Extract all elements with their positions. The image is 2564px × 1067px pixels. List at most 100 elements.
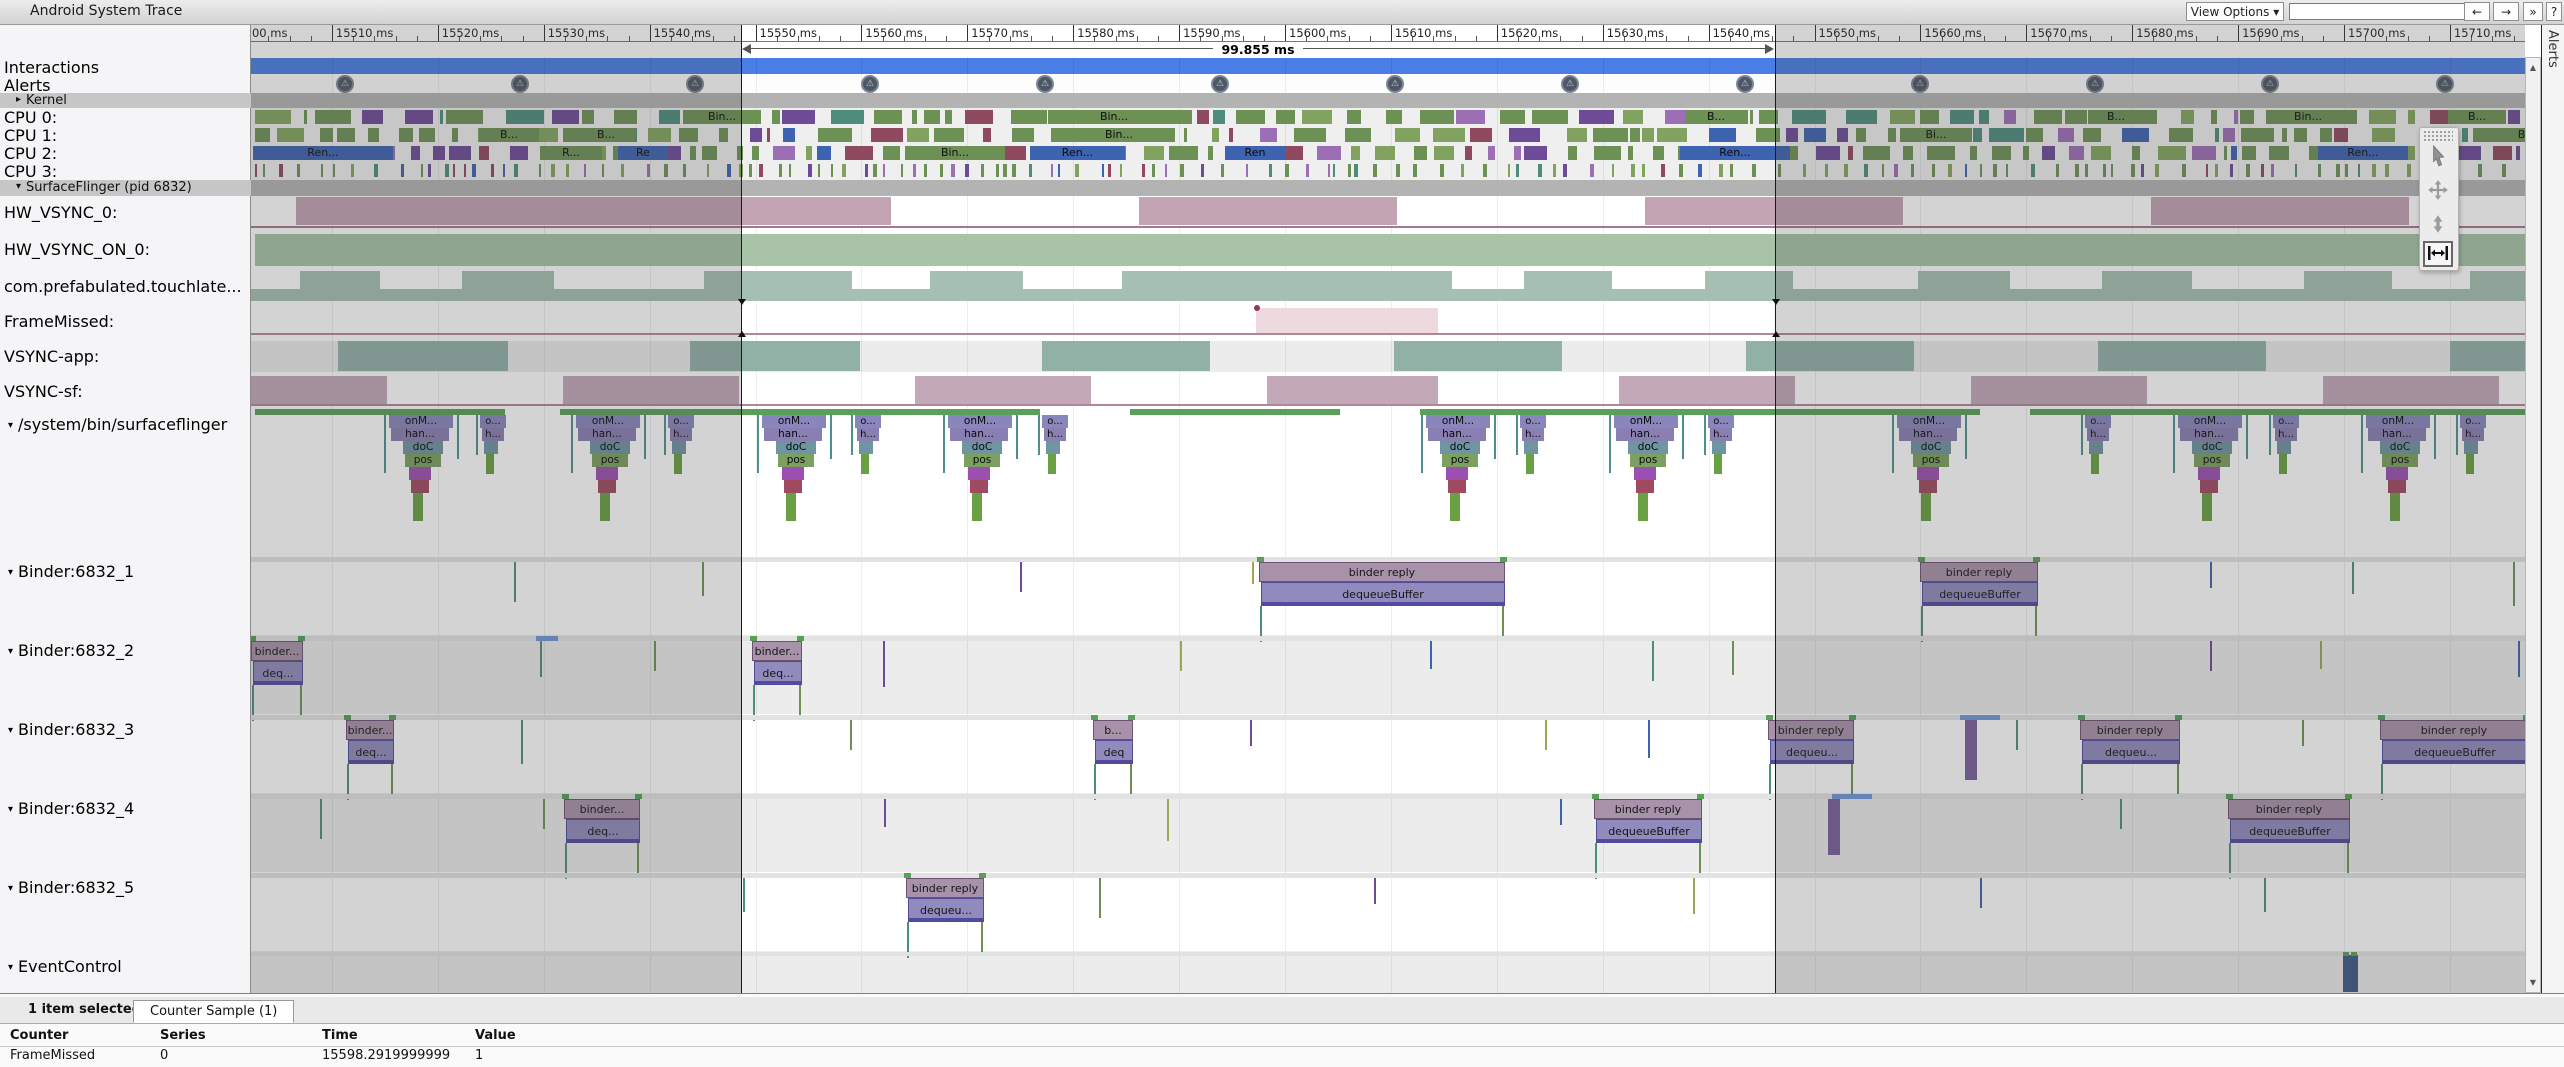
trace-slice[interactable]: Bin... [905, 146, 1005, 160]
trace-slice[interactable]: pos [1442, 454, 1478, 467]
sidebar-item-sfproc[interactable]: ▾/system/bin/surfaceflinger [8, 415, 227, 434]
trace-slice[interactable] [1102, 164, 1104, 177]
trace-slice[interactable] [1623, 110, 1643, 124]
expander-icon[interactable]: ▾ [8, 646, 13, 657]
dequeue-buffer-slice[interactable]: dequeu... [908, 898, 984, 922]
view-options-button[interactable]: View Options ▾ [2186, 2, 2284, 21]
trace-slice[interactable] [1488, 146, 1495, 160]
trace-slice[interactable] [865, 164, 868, 177]
trace-slice[interactable] [883, 146, 900, 160]
trace-slice[interactable] [808, 164, 812, 177]
trace-slice[interactable] [965, 110, 993, 124]
sidebar-item-cpu0[interactable]: CPU 0: [4, 108, 57, 127]
trace-slice[interactable] [1058, 164, 1060, 177]
counter-block-vsync-app[interactable] [1042, 341, 1210, 371]
trace-slice[interactable] [1108, 164, 1111, 177]
timing-mode-icon[interactable] [2423, 241, 2453, 267]
trace-slice[interactable] [1631, 164, 1635, 177]
trace-slice[interactable]: han... [1616, 428, 1674, 441]
trace-slice[interactable] [1246, 164, 1248, 177]
trace-slice[interactable] [1568, 146, 1577, 160]
counter-step-prefab[interactable] [1524, 271, 1612, 289]
trace-slice[interactable] [759, 164, 763, 177]
sidebar-item-vsf[interactable]: VSYNC-sf: [4, 382, 83, 401]
trace-slice[interactable]: pos [778, 454, 814, 467]
selection-boundary-left[interactable] [741, 24, 742, 993]
trace-slice[interactable] [1165, 164, 1167, 177]
sidebar-item-fm[interactable]: FrameMissed: [4, 312, 114, 331]
expander-icon[interactable]: ▾ [8, 962, 13, 973]
trace-slice[interactable] [861, 454, 869, 474]
trace-slice[interactable] [934, 128, 964, 142]
counter-block-hw-vsync[interactable] [1139, 197, 1397, 225]
trace-slice[interactable] [1333, 164, 1335, 177]
trace-slice[interactable] [1294, 128, 1326, 142]
scroll-up-icon[interactable]: ▲ [2526, 61, 2540, 75]
trace-slice[interactable]: o... [1042, 415, 1068, 428]
mouse-mode-palette[interactable] [2419, 127, 2459, 271]
trace-slice[interactable] [1276, 110, 1295, 124]
trace-slice[interactable] [965, 164, 969, 177]
trace-slice[interactable] [1413, 164, 1417, 177]
trace-slice[interactable] [1317, 146, 1341, 160]
counter-step-prefab[interactable] [1122, 271, 1452, 289]
trace-slice[interactable] [1386, 110, 1402, 124]
trace-slice[interactable] [874, 110, 902, 124]
more-button[interactable]: » [2523, 2, 2543, 21]
expander-icon[interactable]: ▾ [8, 804, 13, 815]
trace-slice[interactable] [1433, 128, 1465, 142]
trace-slice[interactable] [1075, 164, 1079, 177]
sidebar-item-vapp[interactable]: VSYNC-app: [4, 347, 99, 366]
trace-slice[interactable]: h... [857, 428, 879, 441]
trace-slice[interactable]: Bin... [1048, 110, 1180, 124]
trace-slice[interactable] [1144, 146, 1164, 160]
trace-slice[interactable] [1698, 164, 1702, 177]
trace-slice[interactable] [981, 164, 984, 177]
trace-slice[interactable] [972, 493, 982, 521]
sidebar-item-interactions[interactable]: Interactions [4, 58, 99, 77]
trace-slice[interactable] [1628, 146, 1633, 160]
trace-slice[interactable] [913, 164, 916, 177]
trace-slice[interactable] [1514, 146, 1521, 160]
trace-slice[interactable] [1657, 128, 1687, 142]
trace-slice[interactable] [1714, 454, 1722, 474]
trace-slice[interactable] [750, 128, 762, 142]
expander-icon[interactable]: ▾ [8, 420, 13, 431]
trace-slice[interactable]: doC [776, 441, 816, 454]
trace-slice[interactable] [1142, 164, 1145, 177]
trace-slice[interactable] [779, 164, 782, 177]
trace-slice[interactable] [1730, 164, 1733, 177]
zoom-mode-icon[interactable] [2423, 212, 2453, 240]
trace-slice[interactable] [1634, 467, 1656, 480]
trace-slice[interactable] [1302, 110, 1332, 124]
trace-slice[interactable] [1197, 110, 1209, 124]
trace-slice[interactable]: onM... [1614, 415, 1678, 428]
trace-slice[interactable]: o... [855, 415, 881, 428]
trace-slice[interactable] [1348, 164, 1351, 177]
trace-slice[interactable] [1440, 164, 1444, 177]
trace-slice[interactable]: Ren... [1030, 146, 1125, 160]
trace-slice[interactable] [772, 110, 780, 124]
sidebar-item-prefab[interactable]: com.prefabulated.touchlate... [4, 277, 242, 296]
trace-slice[interactable]: Ren... [1680, 146, 1790, 160]
trace-slice[interactable]: h... [1710, 428, 1732, 441]
trace-slice[interactable] [1351, 146, 1360, 160]
trace-slice[interactable]: han... [764, 428, 822, 441]
trace-slice[interactable]: han... [1428, 428, 1486, 441]
trace-slice[interactable] [749, 164, 752, 177]
trace-slice[interactable] [1500, 110, 1525, 124]
sidebar-item-b5[interactable]: ▾Binder:6832_5 [8, 878, 134, 897]
expander-icon[interactable]: ▾ [16, 181, 21, 192]
trace-slice[interactable] [1236, 110, 1265, 124]
trace-slice[interactable] [996, 164, 999, 177]
trace-slice[interactable] [1414, 146, 1427, 160]
group-header-kernel[interactable]: ▸Kernel [0, 93, 251, 108]
alert-icon[interactable]: ⚠ [861, 75, 879, 93]
counter-block-vsync-sf[interactable] [1267, 376, 1438, 404]
trace-slice[interactable] [1612, 164, 1614, 177]
trace-slice[interactable] [907, 128, 929, 142]
trace-slice[interactable] [968, 467, 990, 480]
trace-slice[interactable] [1483, 164, 1487, 177]
trace-slice[interactable] [1719, 164, 1723, 177]
counter-block-vsync-sf[interactable] [1619, 376, 1795, 404]
